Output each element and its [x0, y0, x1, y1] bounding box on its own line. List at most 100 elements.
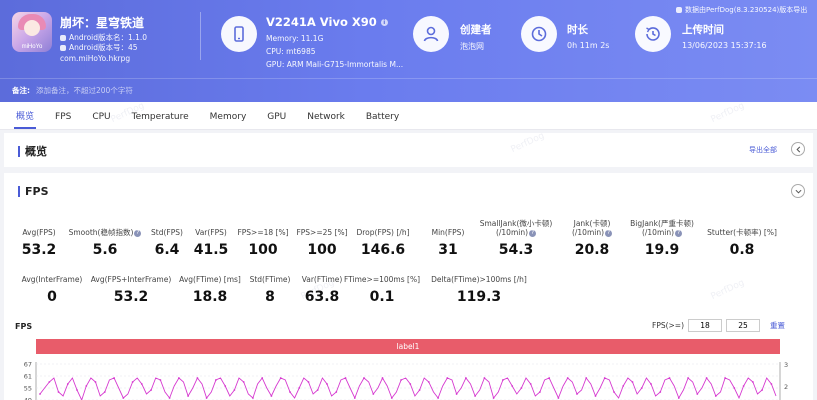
fps-data-point — [585, 377, 588, 379]
fps-data-point — [714, 395, 717, 397]
fps-data-point — [196, 377, 199, 379]
upload-label: 上传时间 — [682, 24, 724, 36]
fps-data-point — [150, 389, 153, 391]
android-icon — [60, 44, 66, 51]
fps-data-point — [622, 385, 625, 387]
tab-battery[interactable]: Battery — [360, 112, 405, 129]
fps-data-point — [455, 393, 458, 395]
fps-data-point — [511, 385, 514, 387]
fps-data-point — [326, 383, 328, 385]
fps-data-point — [520, 387, 523, 389]
y-tick-label: 49 — [24, 397, 32, 400]
header-divider — [200, 12, 201, 60]
note-input[interactable]: 添加备注，不超过200个字符 — [36, 85, 133, 96]
reset-link[interactable]: 重置 — [770, 320, 785, 331]
overview-title: 概览 — [18, 143, 47, 159]
fps-data-point — [159, 379, 162, 381]
export-all-link[interactable]: 导出全部 — [749, 145, 777, 155]
fps-data-point — [650, 383, 652, 385]
fps-data-point — [409, 383, 412, 385]
fps-data-point — [270, 395, 273, 397]
fps-data-point — [539, 391, 541, 393]
fps-data-point — [640, 387, 643, 389]
note-row[interactable]: 备注: 添加备注，不超过200个字符 — [0, 78, 817, 102]
user-icon — [413, 16, 449, 52]
fps-data-point — [178, 377, 180, 379]
tab-gpu[interactable]: GPU — [261, 112, 292, 129]
metric-row1-11: Stutter(卡顿率) [%] 0.8 — [682, 228, 802, 258]
fps-data-point — [390, 397, 393, 399]
y-tick-label: 55 — [24, 385, 32, 393]
fps-section-title: FPS — [18, 185, 49, 198]
expand-button[interactable] — [791, 184, 805, 198]
chevron-down-icon — [795, 189, 801, 194]
fps-data-point — [502, 379, 504, 381]
fps-threshold-input-1[interactable] — [688, 319, 723, 332]
fps-data-point — [659, 391, 662, 393]
fps-data-point — [576, 393, 578, 395]
tab-fps[interactable]: FPS — [49, 112, 77, 129]
device-name: V2241A Vivo X90 i — [266, 15, 388, 29]
fps-data-point — [57, 391, 60, 393]
duration-value: 0h 11m 2s — [567, 41, 610, 50]
chart-title: FPS — [15, 322, 33, 331]
y-tick-label: 61 — [24, 373, 32, 381]
clock-icon — [521, 16, 557, 52]
fps-series-line[interactable] — [39, 377, 777, 400]
perfdog-report: miHoYo 崩坏：星穹铁道 Android版本名：1.1.0 Android版… — [0, 0, 817, 400]
fps-data-point — [335, 391, 338, 393]
tab-bar: 概览 FPS CPU Temperature Memory GPU Networ… — [0, 102, 817, 130]
fps-data-point — [687, 377, 689, 379]
info-icon[interactable]: i — [380, 18, 388, 26]
fps-data-point — [363, 377, 365, 379]
right-tick-label: 3 — [784, 361, 788, 369]
fps-data-point — [233, 389, 236, 391]
help-icon[interactable]: ? — [675, 229, 683, 237]
label-band[interactable]: label1 — [36, 339, 780, 354]
fps-data-point — [529, 383, 532, 385]
tab-network[interactable]: Network — [301, 112, 351, 129]
fps-data-point — [85, 385, 88, 387]
fps-data-point — [418, 389, 421, 391]
fps-line-chart[interactable]: 67 61 55 49 3 2 — [0, 356, 817, 400]
fps-data-point — [298, 387, 301, 389]
note-label: 备注: — [12, 86, 30, 95]
fps-data-point — [492, 397, 495, 399]
fps-data-point — [307, 381, 310, 383]
fps-data-point — [427, 381, 430, 383]
fps-data-point — [353, 397, 356, 399]
fps-data-point — [261, 377, 264, 379]
fps-data-point — [289, 391, 291, 393]
fps-data-point — [668, 377, 671, 379]
fps-data-point — [770, 383, 773, 385]
device-gpu: GPU: ARM Mali-G715-Immortalis M... — [266, 60, 404, 69]
fps-data-point — [48, 381, 51, 383]
metric-label: Delta(FTime)>100ms [/h] — [431, 275, 527, 284]
overview-card: 概览 导出全部 — [4, 133, 813, 167]
metric-value: 119.3 — [456, 289, 502, 305]
android-icon — [60, 34, 66, 41]
duration-label: 时长 — [567, 24, 588, 36]
fps-data-point — [372, 393, 375, 395]
report-source-note: 数据由PerfDog(8.3.230524)版本导出 — [676, 5, 807, 15]
app-icon: miHoYo — [12, 12, 52, 52]
app-version-code: Android版本号：45 — [60, 42, 138, 53]
tab-memory[interactable]: Memory — [204, 112, 253, 129]
device-cpu: CPU: mt6985 — [266, 47, 316, 56]
fps-data-point — [279, 377, 282, 379]
collapse-button[interactable] — [791, 142, 805, 156]
fps-data-point — [344, 377, 347, 379]
tab-temperature[interactable]: Temperature — [126, 112, 195, 129]
phone-icon — [221, 16, 257, 52]
creator-label: 创建者 — [460, 24, 492, 36]
metric-row2-6: Delta(FTime)>100ms [/h] 119.3 — [419, 275, 539, 305]
tab-cpu[interactable]: CPU — [86, 112, 116, 129]
fps-data-point — [733, 387, 736, 389]
device-memory: Memory: 11.1G — [266, 34, 324, 43]
upload-value: 13/06/2023 15:37:16 — [682, 41, 767, 50]
tab-overview[interactable]: 概览 — [10, 109, 40, 129]
fps-threshold-filter: FPS(>=) 重置 — [652, 319, 785, 332]
fps-data-point — [381, 377, 384, 379]
report-header: miHoYo 崩坏：星穹铁道 Android版本名：1.1.0 Android版… — [0, 0, 817, 102]
fps-threshold-input-2[interactable] — [726, 319, 761, 332]
